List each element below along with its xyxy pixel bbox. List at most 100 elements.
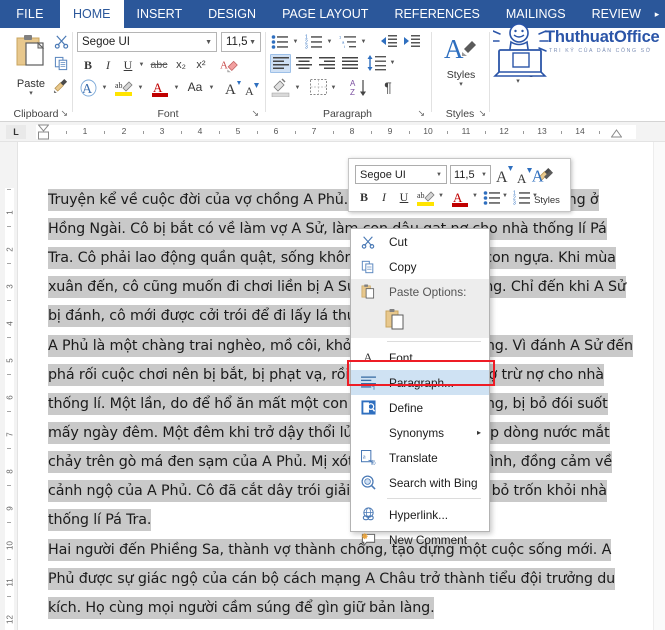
tab-design[interactable]: DESIGN (195, 0, 269, 28)
shading-icon[interactable] (270, 77, 292, 98)
superscript-button[interactable]: x² (192, 56, 210, 74)
mini-bold-button[interactable]: B (355, 188, 373, 207)
mini-font-name-dropdown-icon[interactable]: ▼ (436, 172, 442, 178)
font-color-dropdown-icon[interactable]: ▼ (172, 83, 181, 93)
context-menu-item-search-with-bing[interactable]: Search with Bing (351, 470, 489, 495)
multilevel-dropdown-icon[interactable]: ▼ (359, 37, 368, 47)
cut-icon[interactable] (52, 32, 70, 50)
mini-font-size-dropdown-icon[interactable]: ▼ (481, 172, 487, 178)
mini-italic-button[interactable]: I (375, 188, 393, 207)
mini-font-name-box[interactable]: Segoe UI ▼ (355, 165, 447, 184)
line-spacing-icon[interactable] (366, 53, 387, 73)
numbering-dropdown-icon[interactable]: ▼ (325, 37, 334, 47)
bold-button[interactable]: B (79, 56, 97, 74)
paste-button[interactable]: Paste ▾ (8, 32, 54, 104)
font-name-box[interactable]: Segoe UI ▼ (77, 32, 217, 52)
sort-icon[interactable]: A Z (348, 77, 370, 98)
paste-caret-icon[interactable]: ▾ (8, 90, 54, 98)
borders-icon[interactable] (308, 78, 328, 96)
tab-file[interactable]: FILE (0, 0, 60, 28)
justify-icon[interactable] (339, 54, 360, 73)
tab-insert[interactable]: INSERT (124, 0, 196, 28)
clipboard-dialog-launcher[interactable]: ↘ (60, 108, 68, 119)
mini-underline-button[interactable]: U (395, 188, 413, 207)
document-page[interactable]: Truyện kể về cuộc đời của vợ chồng A Phủ… (18, 142, 653, 630)
tab-page-layout[interactable]: PAGE LAYOUT (269, 0, 381, 28)
copy-icon[interactable] (52, 54, 70, 72)
context-menu-item-synonyms[interactable]: Synonyms ▸ (351, 420, 489, 445)
strikethrough-button[interactable]: abc (149, 56, 169, 74)
numbering-icon[interactable]: 1 2 3 (304, 32, 324, 50)
tab-home[interactable]: HOME (60, 0, 124, 28)
mini-highlight-dropdown-icon[interactable]: ▼ (438, 193, 444, 199)
borders-dropdown-icon[interactable]: ▼ (329, 83, 338, 93)
paste-options-row[interactable] (351, 304, 489, 338)
multilevel-list-icon[interactable]: 1 a i (338, 32, 358, 50)
context-menu-item-cut[interactable]: Cut (351, 229, 489, 254)
align-right-icon[interactable] (316, 54, 337, 73)
font-dialog-launcher[interactable]: ↘ (251, 108, 259, 119)
context-menu-item-copy[interactable]: Copy (351, 254, 489, 279)
clear-formatting-icon[interactable]: A (219, 55, 241, 75)
font-name-dropdown-icon[interactable]: ▼ (205, 39, 212, 46)
right-indent-marker[interactable] (610, 129, 623, 140)
horizontal-ruler[interactable]: L 1 2 3 4 5 6 7 8 9 10 11 12 13 14 (0, 122, 665, 142)
change-case-button[interactable]: Aa (184, 78, 206, 96)
grow-font-icon[interactable]: A (225, 77, 243, 97)
vertical-ruler[interactable]: 1 2 3 4 5 6 7 8 9 10 11 12 (0, 142, 18, 630)
document-paragraph[interactable]: A Phủ là một chàng trai nghèo, mồ côi, k… (48, 332, 634, 535)
paragraph-dialog-launcher[interactable]: ↘ (417, 108, 425, 119)
vertical-scrollbar[interactable] (653, 142, 665, 630)
text-effects-dropdown-icon[interactable]: ▼ (100, 83, 109, 93)
mini-highlight-icon[interactable]: ab (415, 187, 437, 209)
italic-button[interactable]: I (99, 56, 117, 74)
decrease-indent-icon[interactable] (378, 32, 398, 50)
styles-dialog-launcher[interactable]: ↘ (478, 108, 486, 119)
indent-markers[interactable] (37, 124, 50, 140)
paste-keep-formatting-icon[interactable] (385, 308, 405, 335)
styles-button[interactable]: A Styles ▾ (442, 32, 480, 89)
show-formatting-marks-icon[interactable]: ¶ (378, 77, 398, 97)
increase-indent-icon[interactable] (401, 32, 421, 50)
mini-bullets-icon[interactable] (482, 188, 502, 206)
highlight-icon[interactable]: ab (113, 77, 135, 99)
change-case-dropdown-icon[interactable]: ▼ (207, 83, 216, 93)
context-menu-item-new-comment[interactable]: New Comment (351, 527, 489, 552)
document-area[interactable]: Truyện kể về cuộc đời của vợ chồng A Phủ… (18, 142, 653, 630)
text-effects-icon[interactable]: A (79, 78, 99, 98)
context-menu-item-paragraph[interactable]: ¶ Paragraph... (351, 370, 489, 395)
mini-numbering-dropdown-icon[interactable]: ▼ (532, 193, 538, 199)
mini-font-color-icon[interactable]: A (449, 187, 471, 209)
styles-caret-icon[interactable]: ▾ (442, 81, 480, 89)
mini-font-size-box[interactable]: 11,5 ▼ (450, 165, 491, 184)
context-menu-item-define[interactable]: Define (351, 395, 489, 420)
font-size-box[interactable]: 11,5 ▼ (221, 32, 261, 52)
mini-bullets-dropdown-icon[interactable]: ▼ (502, 193, 508, 199)
context-menu[interactable]: Cut Copy Paste Options: A Font... ¶ Para… (350, 228, 490, 547)
subscript-button[interactable]: x₂ (172, 56, 190, 74)
tab-stop-selector[interactable]: L (6, 125, 26, 139)
context-menu-item-font[interactable]: A Font... (351, 345, 489, 370)
align-center-icon[interactable] (293, 54, 314, 73)
mini-formatting-toolbar[interactable]: Segoe UI ▼ 11,5 ▼ A A A Styles B I U ab … (348, 158, 571, 212)
mini-font-color-dropdown-icon[interactable]: ▼ (472, 193, 478, 199)
underline-button[interactable]: U (119, 56, 137, 74)
line-spacing-dropdown-icon[interactable]: ▼ (388, 58, 397, 68)
context-menu-item-translate[interactable]: a あ Translate (351, 445, 489, 470)
shading-dropdown-icon[interactable]: ▼ (293, 83, 302, 93)
font-color-icon[interactable]: A (149, 77, 171, 99)
align-left-icon[interactable] (270, 54, 291, 73)
format-painter-icon[interactable] (52, 76, 70, 94)
mini-styles-button[interactable]: A Styles (527, 167, 567, 211)
underline-dropdown-icon[interactable]: ▼ (137, 60, 146, 70)
bullets-icon[interactable] (270, 32, 290, 50)
tab-references[interactable]: REFERENCES (381, 0, 492, 28)
font-size-dropdown-icon[interactable]: ▼ (249, 39, 256, 46)
document-paragraph[interactable]: Hai người đến Phiềng Sa, thành vợ thành … (48, 536, 634, 623)
mini-numbering-icon[interactable]: 1 2 3 (512, 188, 532, 206)
context-menu-item-hyperlink[interactable]: Hyperlink... (351, 502, 489, 527)
shrink-font-icon[interactable]: A (245, 79, 261, 97)
highlight-dropdown-icon[interactable]: ▼ (136, 83, 145, 93)
mini-grow-font-icon[interactable]: A (496, 163, 515, 185)
bullets-dropdown-icon[interactable]: ▼ (291, 37, 300, 47)
